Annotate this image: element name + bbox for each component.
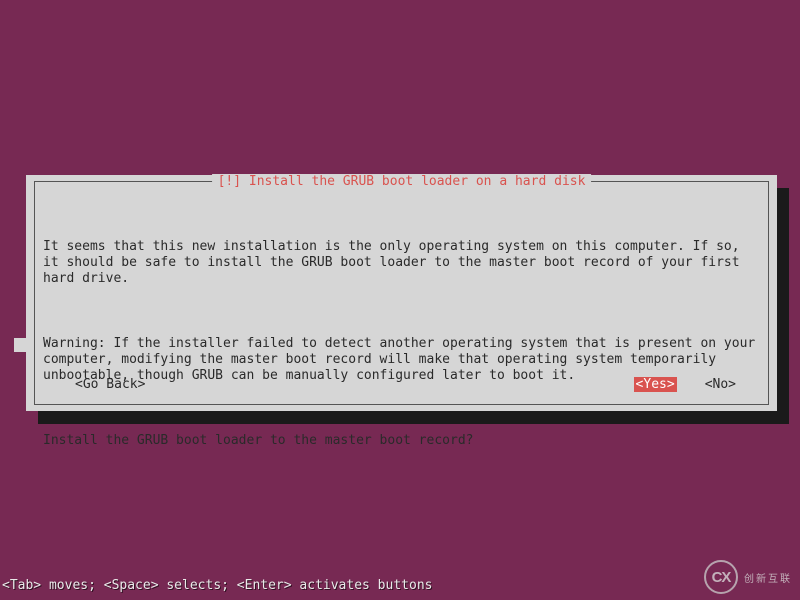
no-button[interactable]: <No>	[705, 377, 736, 392]
dialog-title: [!] Install the GRUB boot loader on a ha…	[212, 174, 592, 189]
grub-install-dialog: [!] Install the GRUB boot loader on a ha…	[26, 175, 777, 411]
help-bar: <Tab> moves; <Space> selects; <Enter> ac…	[2, 578, 432, 593]
dialog-button-row: <Go Back> <Yes> <No>	[35, 377, 768, 392]
yes-button[interactable]: <Yes>	[634, 377, 677, 392]
dialog-question: Install the GRUB boot loader to the mast…	[43, 433, 760, 449]
watermark-text: 创新互联	[744, 570, 792, 585]
dialog-paragraph-1: It seems that this new installation is t…	[43, 239, 760, 288]
dialog-frame: [!] Install the GRUB boot loader on a ha…	[34, 181, 769, 405]
watermark: CX 创新互联	[704, 560, 792, 594]
go-back-button[interactable]: <Go Back>	[75, 377, 145, 392]
watermark-logo-icon: CX	[704, 560, 738, 594]
dialog-body: It seems that this new installation is t…	[35, 182, 768, 492]
